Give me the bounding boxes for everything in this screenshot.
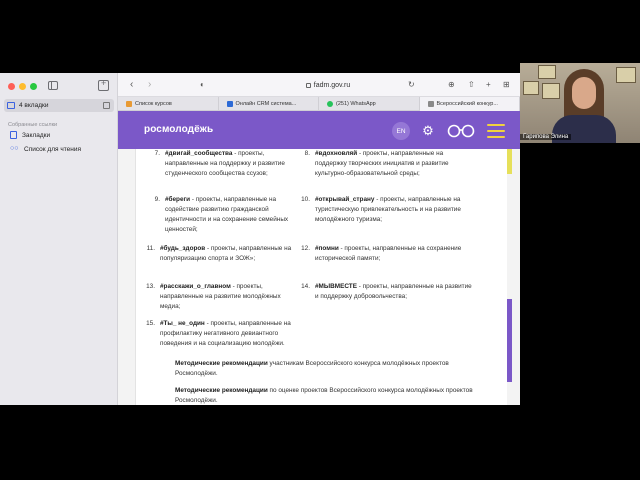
sidebar-toggle-icon[interactable] [48,81,58,90]
wall-certificate [542,83,560,99]
tab-whatsapp[interactable]: (251) WhatsApp [319,97,420,111]
forward-icon[interactable]: › [148,79,151,90]
glasses-icon: ○○ [10,145,19,152]
download-icon[interactable]: ⊕ [448,80,455,89]
participant-name: Гарипова Элина [520,134,572,140]
wall-certificate [616,67,636,83]
tabs-icon [7,102,15,109]
site-header: росмолодёжь EN ⚙ [118,111,520,149]
back-icon[interactable]: ‹ [130,79,133,90]
browser-window: 4 вкладки Собранные ссылки Закладки ○○ С… [0,73,520,405]
tab-crm[interactable]: Онлайн CRM система... [219,97,319,111]
document-page: 7. #двигай_сообщества - проекты, направл… [135,149,507,405]
accent-bar-yellow [507,149,512,174]
new-tab-group-icon[interactable] [98,78,109,91]
blue-favicon-icon [226,101,233,107]
list-item: 13. #расскажи_о_главном - проекты, напра… [146,283,281,310]
list-item: 14. #МЫВМЕСТЕ - проекты, направленные на… [301,283,472,300]
page-content: 7. #двигай_сообщества - проекты, направл… [118,149,520,405]
accessibility-glasses-icon[interactable] [446,124,476,138]
window-controls [8,83,37,90]
close-window-button[interactable] [8,83,15,90]
gray-favicon-icon [427,101,434,107]
orange-favicon-icon [126,101,132,107]
tab-contest[interactable]: Всероссийский конкур... [419,97,520,111]
shield-icon[interactable]: ◐ [200,80,205,89]
list-item: 12. #помни - проекты, направленные на со… [301,245,462,262]
tab-label: Список курсов [135,101,172,107]
scrollbar-thumb[interactable] [507,299,512,382]
methodology-link-1[interactable]: Методические рекомендации участникам Все… [175,359,475,379]
tab-group-label: 4 вкладки [19,102,49,109]
maximize-window-button[interactable] [30,83,37,90]
gear-icon[interactable]: ⚙ [419,122,437,140]
new-tab-icon[interactable]: + [486,80,491,89]
tab-bar: Список курсов Онлайн CRM система... (251… [118,97,520,111]
sidebar-item-label: Закладки [22,131,51,139]
list-item: 11. #будь_здоров - проекты, направленные… [146,245,292,262]
sidebar-item-label: Список для чтения [24,145,81,153]
tab-label: (251) WhatsApp [336,101,376,107]
list-item: 8. #вдохновляй - проекты, направленные н… [304,150,449,177]
sidebar-section-title: Собранные ссылки [8,122,58,128]
tab-group-item[interactable]: 4 вкладки [4,99,114,112]
video-participant-tile: Гарипова Элина [520,63,640,143]
wall-certificate [538,65,556,79]
tab-courses[interactable]: Список курсов [118,97,219,111]
list-item: 10. #открывай_страну - проекты, направле… [301,196,461,223]
reload-icon[interactable]: ↻ [408,80,415,89]
sidebar-item-reading-list[interactable]: ○○ Список для чтения [10,145,81,153]
participant-face [572,77,596,109]
tab-overview-icon[interactable]: ⊞ [503,80,510,89]
language-button[interactable]: EN [392,122,410,140]
list-item: 7. #двигай_сообщества - проекты, направл… [154,150,285,177]
browser-toolbar: ‹ › ◐ fadm.gov.ru ↻ ⊕ ⇧ + ⊞ [118,73,520,97]
site-logo[interactable]: росмолодёжь [144,124,213,135]
tab-overview-icon[interactable] [103,102,110,109]
address-bar[interactable]: fadm.gov.ru [238,79,418,92]
wall-certificate [523,81,539,95]
tab-label: Онлайн CRM система... [235,101,297,107]
share-icon[interactable]: ⇧ [468,80,475,89]
whatsapp-icon [327,101,333,107]
url-text: fadm.gov.ru [313,82,351,89]
minimize-window-button[interactable] [19,83,26,90]
bookmark-icon [10,131,17,139]
methodology-link-2[interactable]: Методические рекомендации по оценке прое… [175,386,475,405]
browser-sidebar: 4 вкладки Собранные ссылки Закладки ○○ С… [0,73,118,405]
sidebar-item-bookmarks[interactable]: Закладки [10,131,50,139]
lock-icon [305,83,311,88]
list-item: 15. #Ты_ не_один - проекты, направленные… [146,320,291,347]
menu-icon[interactable] [487,124,505,138]
list-item: 9. #береги - проекты, направленные на со… [154,196,289,233]
tab-label: Всероссийский конкур... [436,101,498,107]
